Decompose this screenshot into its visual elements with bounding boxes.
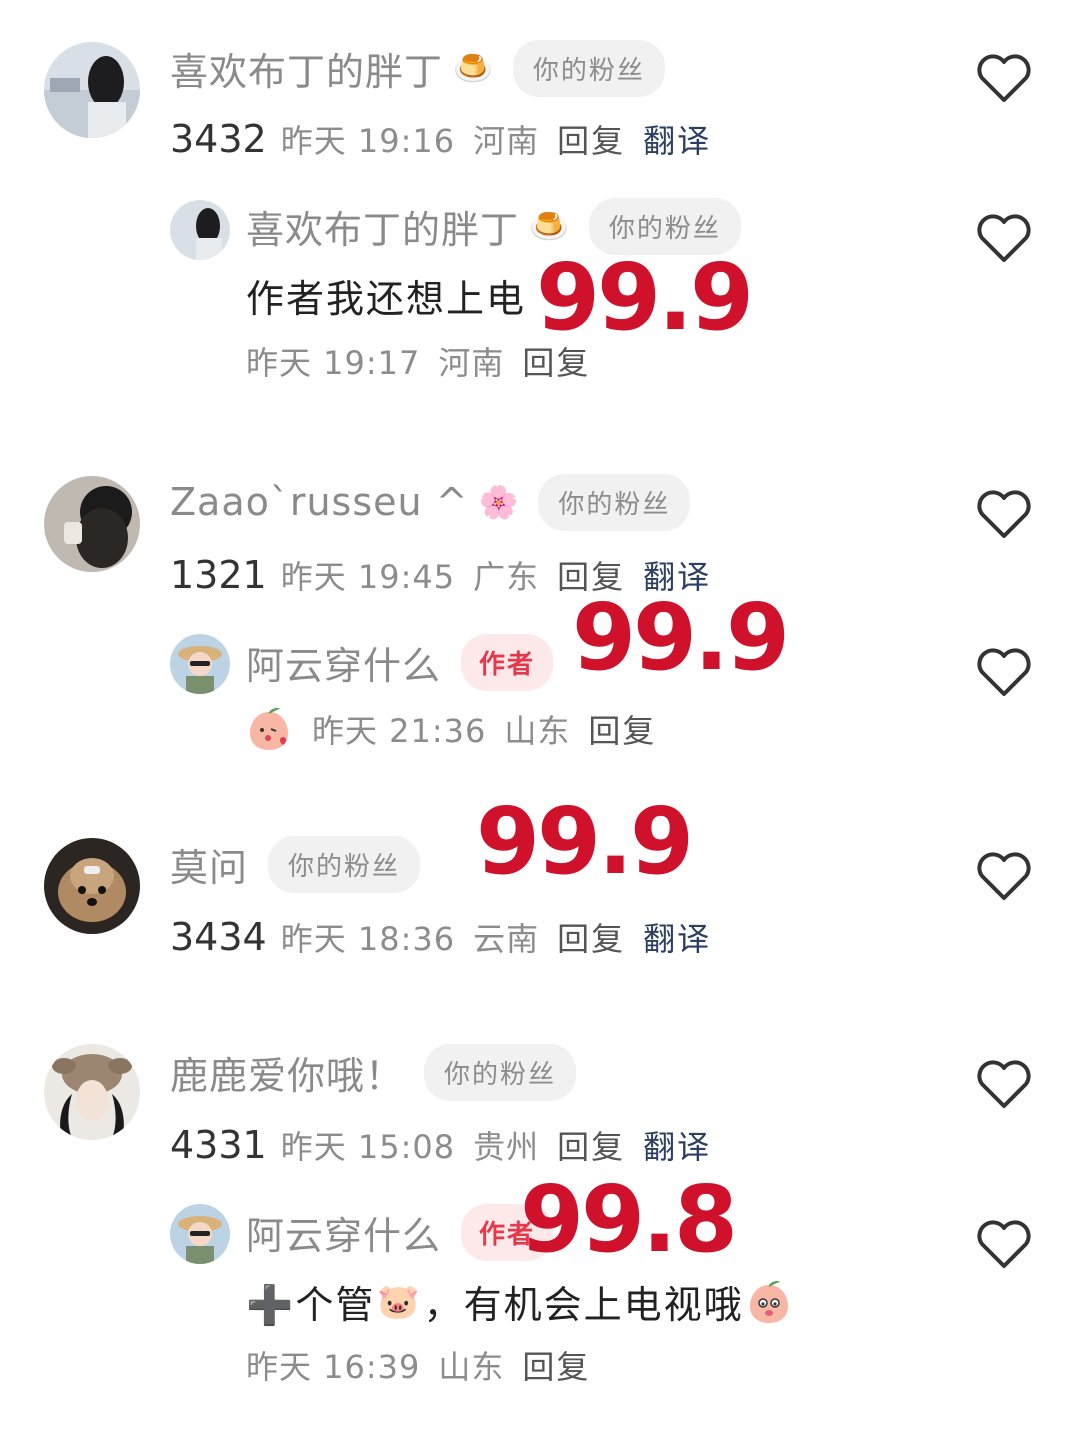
like-heart-icon[interactable] bbox=[976, 646, 1032, 698]
timestamp: 昨天 16:39 bbox=[246, 1348, 421, 1386]
location: 贵州 bbox=[473, 1128, 540, 1166]
like-count: 4331 bbox=[170, 1123, 267, 1167]
reply-meta: 昨天 21:36 山东 回复 bbox=[246, 706, 674, 752]
username[interactable]: Zaao`russeu ^ bbox=[170, 480, 469, 524]
comment-header: 莫问 你的粉丝 bbox=[170, 835, 421, 893]
reply-content: ➕个管 🐷 ，有机会上电视哦 bbox=[246, 1274, 792, 1329]
reply-avatar[interactable] bbox=[170, 200, 230, 260]
flan-emoji: 🍮 bbox=[453, 49, 493, 87]
reply-username[interactable]: 阿云穿什么 bbox=[246, 635, 441, 690]
timestamp: 昨天 18:36 bbox=[280, 920, 456, 958]
avatar[interactable] bbox=[44, 838, 140, 934]
location: 山东 bbox=[504, 712, 571, 750]
timestamp: 昨天 19:45 bbox=[280, 558, 456, 596]
location: 河南 bbox=[473, 122, 540, 160]
pig-emoji: 🐷 bbox=[377, 1281, 422, 1322]
comment-header: 喜欢布丁的胖丁 🍮 你的粉丝 bbox=[170, 39, 665, 97]
reply-content-prefix: ➕个管 bbox=[246, 1283, 376, 1327]
location: 广东 bbox=[473, 558, 540, 596]
comment-header: 鹿鹿爱你哦！ 你的粉丝 bbox=[170, 1043, 577, 1101]
reply-button[interactable]: 回复 bbox=[557, 116, 625, 162]
like-heart-icon[interactable] bbox=[976, 488, 1032, 540]
location: 山东 bbox=[438, 1348, 505, 1386]
like-count: 3434 bbox=[170, 915, 267, 959]
flan-emoji: 🍮 bbox=[529, 207, 569, 245]
like-count: 3432 bbox=[170, 117, 267, 161]
location: 河南 bbox=[438, 344, 505, 382]
reply-button[interactable]: 回复 bbox=[557, 914, 625, 960]
location: 云南 bbox=[473, 920, 540, 958]
avatar[interactable] bbox=[44, 1044, 140, 1140]
comment-header: Zaao`russeu ^ 🌸 你的粉丝 bbox=[170, 473, 691, 531]
peach-shy-emoji bbox=[746, 1279, 792, 1325]
reply-content-text: ，有机会上电视哦 bbox=[423, 1283, 744, 1327]
username[interactable]: 喜欢布丁的胖丁 bbox=[170, 41, 443, 96]
like-heart-icon[interactable] bbox=[976, 1058, 1032, 1110]
score-overlay: 99.9 bbox=[476, 788, 694, 895]
fan-badge: 你的粉丝 bbox=[512, 39, 665, 97]
peach-kiss-emoji bbox=[246, 706, 292, 752]
translate-button[interactable]: 翻译 bbox=[643, 116, 711, 162]
comment-meta: 3434 昨天 18:36 云南 回复 翻译 bbox=[170, 914, 711, 960]
score-overlay: 99.9 bbox=[536, 244, 754, 351]
comment-meta: 3432 昨天 19:16 河南 回复 翻译 bbox=[170, 116, 711, 162]
reply-button[interactable]: 回复 bbox=[522, 1342, 590, 1388]
reply-meta: 昨天 16:39 山东 回复 bbox=[246, 1342, 608, 1388]
like-heart-icon[interactable] bbox=[976, 212, 1032, 264]
reply-username[interactable]: 阿云穿什么 bbox=[246, 1205, 441, 1260]
avatar[interactable] bbox=[44, 42, 140, 138]
timestamp: 昨天 19:17 bbox=[246, 344, 421, 382]
username[interactable]: 莫问 bbox=[170, 837, 248, 892]
timestamp: 昨天 15:08 bbox=[280, 1128, 456, 1166]
reply-header: 阿云穿什么 作者 bbox=[246, 1203, 554, 1261]
fan-badge: 你的粉丝 bbox=[538, 473, 691, 531]
like-heart-icon[interactable] bbox=[976, 1218, 1032, 1270]
author-avatar[interactable] bbox=[170, 634, 230, 694]
fan-badge: 你的粉丝 bbox=[424, 1043, 577, 1101]
like-heart-icon[interactable] bbox=[976, 52, 1032, 104]
reply-content: 作者我还想上电 bbox=[246, 277, 527, 321]
score-overlay: 99.9 bbox=[572, 584, 790, 691]
username[interactable]: 鹿鹿爱你哦！ bbox=[170, 1045, 404, 1100]
cherry-blossom-emoji: 🌸 bbox=[478, 483, 519, 521]
like-count: 1321 bbox=[170, 553, 267, 597]
reply-username[interactable]: 喜欢布丁的胖丁 bbox=[246, 199, 519, 254]
comment-meta: 4331 昨天 15:08 贵州 回复 翻译 bbox=[170, 1122, 711, 1168]
timestamp: 昨天 21:36 bbox=[312, 712, 487, 750]
score-overlay: 99.8 bbox=[520, 1166, 738, 1273]
reply-button[interactable]: 回复 bbox=[557, 1122, 625, 1168]
author-badge: 作者 bbox=[461, 633, 554, 691]
author-avatar[interactable] bbox=[170, 1204, 230, 1264]
like-heart-icon[interactable] bbox=[976, 850, 1032, 902]
timestamp: 昨天 19:16 bbox=[280, 122, 456, 160]
reply-button[interactable]: 回复 bbox=[588, 706, 656, 752]
translate-button[interactable]: 翻译 bbox=[643, 1122, 711, 1168]
fan-badge: 你的粉丝 bbox=[268, 835, 421, 893]
reply-header: 阿云穿什么 作者 bbox=[246, 633, 554, 691]
translate-button[interactable]: 翻译 bbox=[643, 914, 711, 960]
avatar[interactable] bbox=[44, 476, 140, 572]
